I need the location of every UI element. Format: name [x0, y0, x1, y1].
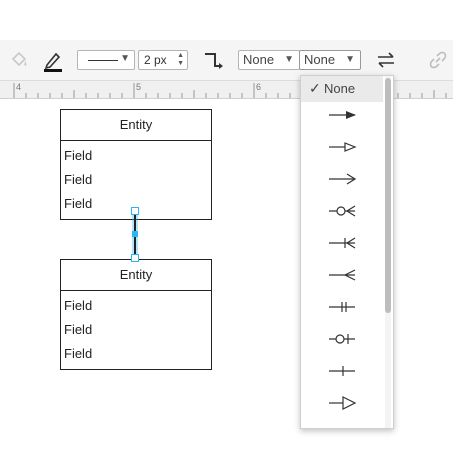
entity-shape[interactable]: Entity Field Field Field: [60, 109, 212, 220]
er-one-to-many-icon: [329, 237, 356, 249]
swap-ends-icon[interactable]: [376, 50, 396, 75]
line-start-value: None: [243, 52, 275, 67]
link-icon[interactable]: [428, 50, 448, 75]
dropdown-option-er-mandatory-one[interactable]: [301, 291, 383, 323]
line-style-select[interactable]: ▼: [77, 50, 135, 70]
entity-title: Entity: [61, 260, 211, 291]
fill-color-icon[interactable]: [9, 50, 29, 75]
ruler-label: 5: [136, 82, 142, 92]
dropdown-scrollbar-thumb[interactable]: [385, 78, 391, 313]
arrow-block-open-icon: [329, 396, 357, 410]
dropdown-option-block-open[interactable]: [301, 387, 383, 419]
dropdown-option-er-zero-to-many[interactable]: [301, 195, 383, 227]
line-end-value: None: [304, 52, 336, 67]
er-mandatory-one-icon: [329, 302, 355, 312]
checkmark-icon: ✓: [309, 80, 321, 96]
er-zero-to-one-icon: [329, 334, 355, 344]
entity-field: Field: [64, 148, 93, 163]
entity-field: Field: [64, 346, 93, 361]
entity-field: Field: [64, 172, 93, 187]
dropdown-option-er-zero-to-one[interactable]: [301, 323, 383, 355]
line-width-value: 2 px: [144, 53, 167, 67]
entity-shape[interactable]: Entity Field Field Field: [60, 259, 212, 370]
entity-field: Field: [64, 298, 93, 313]
er-zero-to-many-icon: [329, 205, 356, 217]
line-end-dropdown: ✓ None: [300, 75, 394, 429]
dropdown-option-er-many[interactable]: [301, 259, 383, 291]
er-many-icon: [329, 269, 356, 281]
dropdown-option-er-one-to-many[interactable]: [301, 227, 383, 259]
line-start-select[interactable]: None ▼: [238, 50, 300, 70]
spin-arrows-icon[interactable]: ▲ ▼: [177, 52, 184, 68]
ruler-label: 4: [16, 82, 22, 92]
entity-title: Entity: [61, 110, 211, 141]
line-width-stepper[interactable]: 2 px ▲ ▼: [138, 50, 188, 70]
chevron-down-icon: ▼: [345, 54, 355, 65]
line-color-icon[interactable]: [42, 50, 64, 77]
dropdown-option-er-one[interactable]: [301, 355, 383, 387]
dropdown-option-classic-arrow[interactable]: [301, 99, 383, 131]
chevron-down-icon: ▼: [284, 54, 294, 65]
connector-start-handle[interactable]: [131, 207, 139, 215]
entity-field: Field: [64, 322, 93, 337]
arrow-open-icon: [329, 173, 357, 185]
line-end-select[interactable]: None ▼: [299, 50, 361, 70]
dropdown-option-open-arrow[interactable]: [301, 163, 383, 195]
dropdown-option-open-triangle[interactable]: [301, 131, 383, 163]
arrow-classic-icon: [329, 111, 356, 119]
connector-mid-handle[interactable]: [132, 231, 138, 237]
connector-end-handle[interactable]: [131, 254, 139, 262]
dropdown-option-label: None: [324, 81, 356, 96]
line-style-preview: [88, 60, 118, 61]
waypoints-orthogonal-icon[interactable]: [203, 50, 225, 75]
ruler-label: 6: [256, 82, 262, 92]
chevron-down-icon: ▼: [120, 53, 130, 64]
er-one-icon: [329, 366, 355, 376]
arrow-open-triangle-icon: [329, 142, 357, 152]
